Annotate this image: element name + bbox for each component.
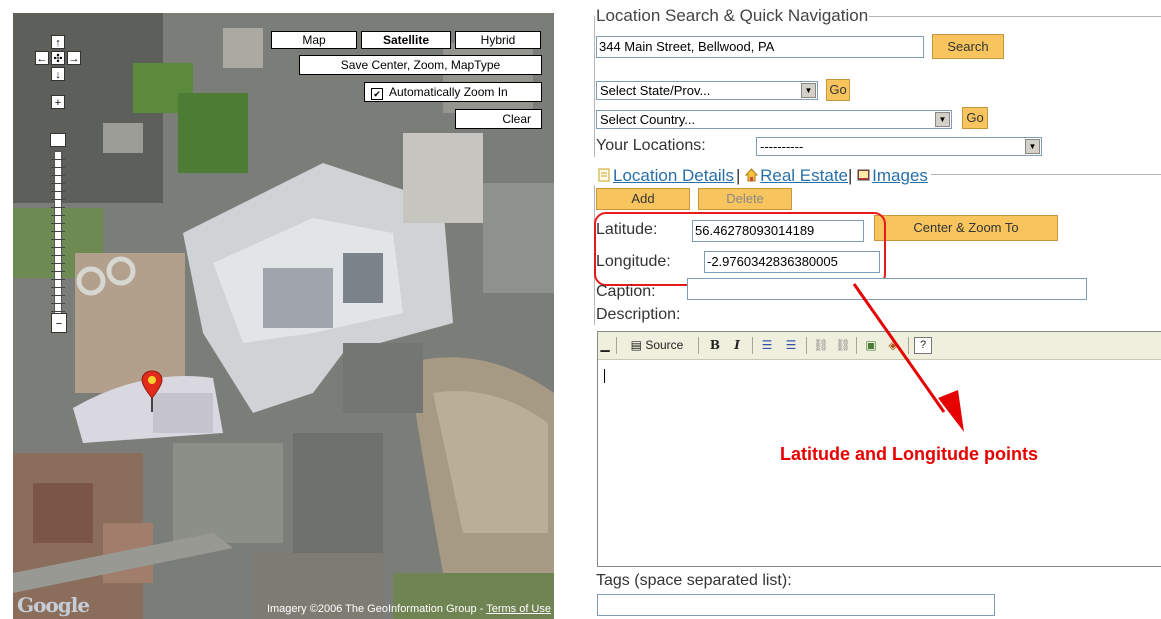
document-icon <box>598 168 610 182</box>
auto-zoom-label: Automatically Zoom In <box>389 85 508 99</box>
state-select[interactable]: Select State/Prov... ▼ <box>596 81 818 100</box>
pan-up-button[interactable]: ↑ <box>51 35 65 49</box>
google-logo: Google <box>17 593 90 617</box>
country-go-button[interactable]: Go <box>962 107 988 129</box>
lat-long-highlight-outline <box>594 212 886 286</box>
location-search-legend: Location Search & Quick Navigation <box>596 6 869 25</box>
zoom-tick <box>51 167 65 168</box>
map-type-map-button[interactable]: Map <box>271 31 357 49</box>
map-type-satellite-button[interactable]: Satellite <box>361 31 451 49</box>
zoom-tick <box>51 207 65 208</box>
zoom-tick <box>51 279 65 280</box>
terms-of-use-link[interactable]: Terms of Use <box>486 603 551 615</box>
zoom-tick <box>51 183 65 184</box>
tab-images[interactable]: Images <box>852 166 931 185</box>
tab-real-estate[interactable]: Real Estate <box>740 166 849 185</box>
chevron-down-icon: ▼ <box>935 112 950 127</box>
map-type-hybrid-button[interactable]: Hybrid <box>455 31 541 49</box>
your-locations-select[interactable]: ---------- ▼ <box>756 137 1042 156</box>
pan-right-button[interactable]: → <box>67 51 81 65</box>
state-go-button[interactable]: Go <box>826 79 850 101</box>
annotation-arrow-icon <box>852 283 964 432</box>
tab-real-estate-link[interactable]: Real Estate <box>760 166 848 185</box>
add-button[interactable]: Add <box>596 188 690 210</box>
attribution-text: Imagery ©2006 The GeoInformation Group - <box>266 603 487 615</box>
link-icon[interactable]: ⛓ <box>812 337 830 354</box>
zoom-tick <box>51 191 65 192</box>
toolbar-separator <box>806 337 807 354</box>
tab-images-link[interactable]: Images <box>872 166 928 185</box>
satellite-map[interactable]: ↑ ← ✣ → ↓ + − Map Satellite Hybrid Save … <box>13 13 554 619</box>
tags-input[interactable] <box>597 594 995 616</box>
tab-location-details[interactable]: Location Details <box>594 166 736 185</box>
location-marker-icon[interactable] <box>141 370 163 412</box>
bold-icon[interactable]: B <box>706 337 724 354</box>
zoom-tick <box>51 247 65 248</box>
zoom-tick <box>51 159 65 160</box>
numbered-list-icon[interactable]: ☰ <box>758 337 776 354</box>
toolbar-collapse-icon[interactable]: ▁ <box>600 337 610 354</box>
delete-button[interactable]: Delete <box>698 188 792 210</box>
bulleted-list-icon[interactable]: ☰ <box>782 337 800 354</box>
source-icon: ▤ <box>630 338 646 352</box>
zoom-level-handle[interactable] <box>50 133 66 147</box>
zoom-slider[interactable] <box>51 151 65 323</box>
country-select[interactable]: Select Country... ▼ <box>596 110 952 129</box>
zoom-tick <box>51 223 65 224</box>
auto-zoom-checkbox[interactable]: ✔ <box>371 88 383 100</box>
search-button[interactable]: Search <box>932 34 1004 59</box>
zoom-tick <box>51 215 65 216</box>
source-button-label: Source <box>645 338 684 352</box>
auto-zoom-toggle[interactable]: ✔ Automatically Zoom In <box>364 82 542 102</box>
zoom-tick <box>51 255 65 256</box>
your-locations-label: Your Locations: <box>596 137 706 154</box>
zoom-tick <box>51 271 65 272</box>
clear-button[interactable]: Clear <box>455 109 542 129</box>
house-icon <box>745 168 759 182</box>
zoom-tick <box>51 311 65 312</box>
zoom-tick <box>51 295 65 296</box>
zoom-slider-rail <box>54 151 62 323</box>
map-attribution: Imagery ©2006 The GeoInformation Group -… <box>267 603 551 615</box>
state-select-value: Select State/Prov... <box>600 83 711 98</box>
tags-label: Tags (space separated list): <box>596 572 792 589</box>
zoom-tick <box>51 263 65 264</box>
pan-down-button[interactable]: ↓ <box>51 67 65 81</box>
image-icon <box>857 169 870 181</box>
zoom-tick <box>51 199 65 200</box>
chevron-down-icon: ▼ <box>1025 139 1040 154</box>
zoom-in-button[interactable]: + <box>51 95 65 109</box>
toolbar-separator <box>616 337 617 354</box>
address-search-input[interactable]: 344 Main Street, Bellwood, PA <box>596 36 924 58</box>
satellite-imagery <box>13 13 554 619</box>
zoom-tick <box>51 231 65 232</box>
description-label: Description: <box>596 306 681 323</box>
toolbar-separator <box>752 337 753 354</box>
details-tabs: Location Details | Real Estate| Images <box>594 166 931 186</box>
zoom-tick <box>51 287 65 288</box>
zoom-out-button[interactable]: − <box>51 313 67 333</box>
country-select-value: Select Country... <box>600 112 696 127</box>
pan-center-button[interactable]: ✣ <box>51 51 65 65</box>
save-center-zoom-maptype-button[interactable]: Save Center, Zoom, MapType <box>299 55 542 75</box>
zoom-tick <box>51 175 65 176</box>
tab-location-details-link[interactable]: Location Details <box>613 166 734 185</box>
zoom-tick <box>51 239 65 240</box>
chevron-down-icon: ▼ <box>801 83 816 98</box>
text-cursor <box>604 369 605 383</box>
pan-left-button[interactable]: ← <box>35 51 49 65</box>
source-button[interactable]: ▤ Source <box>622 337 692 354</box>
your-locations-value: ---------- <box>760 139 804 154</box>
toolbar-separator <box>698 337 699 354</box>
zoom-tick <box>51 303 65 304</box>
center-zoom-to-button[interactable]: Center & Zoom To <box>874 215 1058 241</box>
italic-icon[interactable]: I <box>728 337 746 354</box>
caption-label: Caption: <box>596 283 656 300</box>
